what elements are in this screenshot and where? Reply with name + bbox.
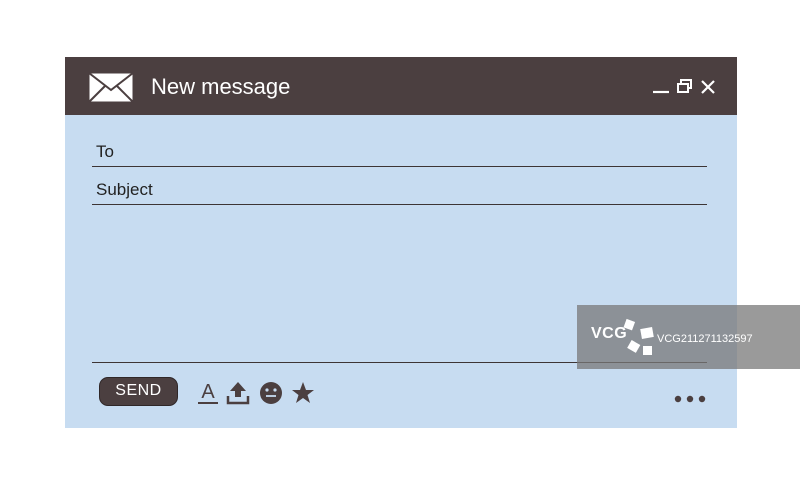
svg-text:A: A — [201, 381, 215, 403]
compose-window: New message To Subject SEND A — [65, 57, 737, 428]
title-bar: New message — [65, 57, 737, 115]
close-icon[interactable] — [699, 78, 717, 96]
subject-label: Subject — [96, 180, 153, 199]
mail-icon — [88, 72, 134, 103]
restore-icon[interactable] — [676, 78, 694, 96]
upload-icon[interactable] — [226, 381, 250, 405]
to-label: To — [96, 142, 114, 161]
stage: New message To Subject SEND A VCG VCG211… — [0, 0, 800, 480]
watermark-mark-icon — [623, 318, 654, 355]
to-field[interactable]: To — [92, 137, 707, 167]
emoji-icon[interactable] — [259, 381, 283, 405]
subject-field[interactable]: Subject — [92, 175, 707, 205]
star-icon[interactable] — [291, 381, 315, 405]
watermark: VCG VCG211271132597 — [577, 305, 800, 369]
send-button[interactable]: SEND — [99, 377, 178, 406]
minimize-icon[interactable] — [652, 78, 670, 96]
watermark-id: VCG211271132597 — [657, 333, 753, 345]
format-text-icon[interactable]: A — [196, 381, 220, 405]
more-options-icon[interactable] — [671, 393, 711, 405]
window-title: New message — [151, 74, 291, 99]
